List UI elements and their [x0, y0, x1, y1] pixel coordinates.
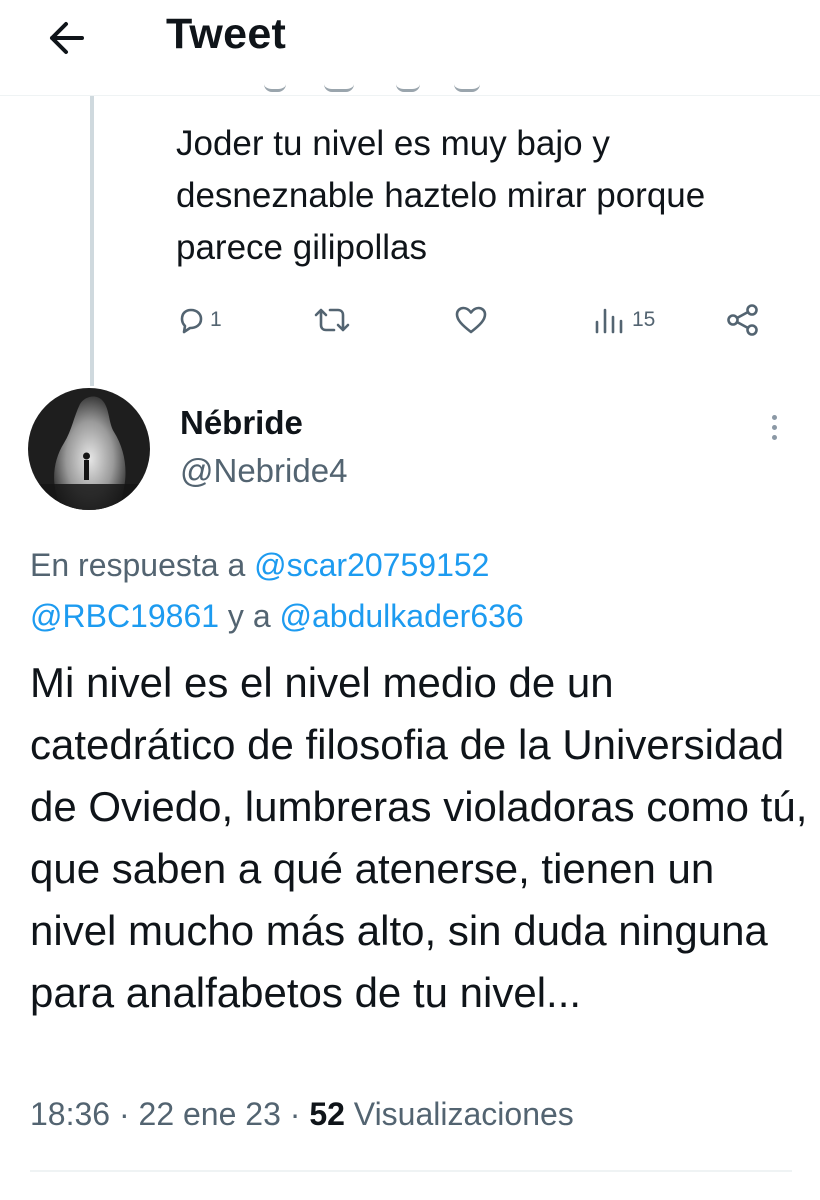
- mention-link[interactable]: @scar20759152: [254, 547, 489, 583]
- top-bar: Tweet: [0, 0, 820, 96]
- reply-button[interactable]: 1: [176, 292, 222, 348]
- share-button[interactable]: [724, 292, 762, 348]
- views-icon: [595, 308, 623, 334]
- clipped-previous-author-line: [250, 84, 500, 96]
- more-options-button[interactable]: [756, 404, 792, 450]
- retweet-button[interactable]: [312, 292, 356, 348]
- dot-icon: [771, 434, 777, 440]
- tweet-time[interactable]: 18:36: [30, 1096, 110, 1132]
- views-label[interactable]: Visualizaciones: [354, 1096, 574, 1132]
- previous-tweet-text: Joder tu nivel es muy bajo y desneznable…: [176, 124, 706, 267]
- display-name[interactable]: Nébride: [180, 404, 303, 442]
- tweet-text: Mi nivel es el nivel medio de un catedrá…: [30, 659, 808, 1016]
- mention-link[interactable]: @RBC19861: [30, 598, 219, 634]
- heart-icon: [455, 306, 487, 334]
- username-handle[interactable]: @Nebride4: [180, 452, 347, 490]
- views-button[interactable]: 15: [594, 292, 655, 348]
- tweet-date[interactable]: 22 ene 23: [139, 1096, 281, 1132]
- dot-icon: [771, 414, 777, 420]
- meta-separator: ·: [110, 1096, 139, 1132]
- retweet-icon: [314, 308, 350, 332]
- like-button[interactable]: [454, 292, 492, 348]
- reply-icon: [180, 308, 203, 334]
- views-total[interactable]: 52: [309, 1096, 345, 1132]
- replying-to-line: En respuesta a @scar20759152 @RBC19861 y …: [30, 540, 800, 642]
- page-title: Tweet: [166, 10, 287, 58]
- mention-link[interactable]: @abdulkader636: [280, 598, 524, 634]
- views-count: 15: [632, 308, 656, 331]
- replying-to-connector: y a: [219, 598, 280, 634]
- arrow-left-icon: [50, 22, 84, 54]
- reply-count: 1: [210, 308, 222, 331]
- dot-icon: [771, 424, 777, 430]
- divider: [30, 1170, 792, 1172]
- avatar[interactable]: [28, 388, 150, 510]
- share-icon: [727, 304, 758, 336]
- tweet-metadata: 18:36 · 22 ene 23 · 52 Visualizaciones: [30, 1096, 574, 1133]
- previous-tweet-actions: 1 15: [0, 292, 820, 348]
- replying-to-label: En respuesta a: [30, 547, 255, 583]
- profile-picture: [28, 388, 150, 510]
- back-button[interactable]: [38, 10, 94, 66]
- meta-separator: ·: [280, 1096, 310, 1132]
